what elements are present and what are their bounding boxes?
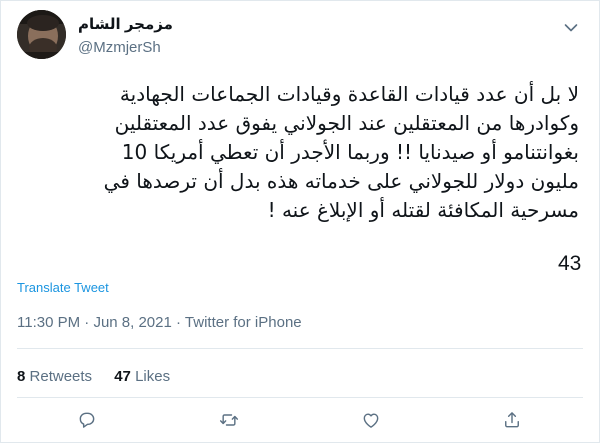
avatar-image	[17, 10, 66, 59]
avatar[interactable]	[17, 10, 66, 59]
tweet-text: لا بل أن عدد قيادات القاعدة وقيادات الجم…	[19, 80, 579, 225]
tweet-text-line: مسرحية المكافئة لقتله أو الإبلاغ عنه !	[267, 198, 579, 222]
meta-separator: ·	[80, 314, 94, 331]
tweet-stats: 8 Retweets 47 Likes	[17, 368, 188, 385]
translate-tweet-link[interactable]: Translate Tweet	[17, 280, 109, 295]
tweet-date[interactable]: Jun 8, 2021	[93, 314, 171, 331]
retweet-icon	[219, 414, 239, 426]
tweet-text-line: مليون دولار للجولاني على خدماته هذه بدل …	[103, 169, 579, 193]
divider	[17, 397, 583, 398]
share-button[interactable]	[497, 405, 527, 435]
like-button[interactable]	[356, 405, 386, 435]
retweets-label: Retweets	[29, 368, 93, 385]
author-handle[interactable]: @MzmjerSh	[78, 39, 161, 56]
tweet-card: مزمجر الشام @MzmjerSh لا بل أن عدد قيادا…	[0, 0, 600, 443]
likes-stat[interactable]: 47 Likes	[114, 368, 170, 385]
action-bar	[1, 405, 600, 435]
tweet-text-line: وكوادرها من المعتقلين عند الجولاني يفوق …	[114, 111, 579, 135]
reply-button[interactable]	[72, 405, 102, 435]
tweet-metadata: 11:30 PM · Jun 8, 2021 · Twitter for iPh…	[17, 314, 302, 331]
chevron-down-icon[interactable]	[564, 23, 578, 33]
tweet-trailing-number: 43	[558, 252, 582, 275]
likes-label: Likes	[135, 368, 171, 385]
like-icon	[363, 413, 379, 428]
meta-separator: ·	[171, 314, 185, 331]
tweet-time[interactable]: 11:30 PM	[17, 314, 80, 331]
likes-count: 47	[114, 368, 131, 385]
retweets-stat[interactable]: 8 Retweets	[17, 368, 92, 385]
author-display-name[interactable]: مزمجر الشام	[78, 15, 173, 33]
divider	[17, 348, 583, 349]
share-icon	[505, 412, 519, 428]
retweet-button[interactable]	[214, 405, 244, 435]
tweet-text-line: لا بل أن عدد قيادات القاعدة وقيادات الجم…	[119, 82, 579, 106]
reply-icon	[79, 412, 95, 428]
tweet-text-line: بغوانتنامو أو صيدنايا !! وربما الأجدر أن…	[121, 140, 579, 164]
retweets-count: 8	[17, 368, 26, 385]
tweet-source[interactable]: Twitter for iPhone	[185, 314, 302, 331]
